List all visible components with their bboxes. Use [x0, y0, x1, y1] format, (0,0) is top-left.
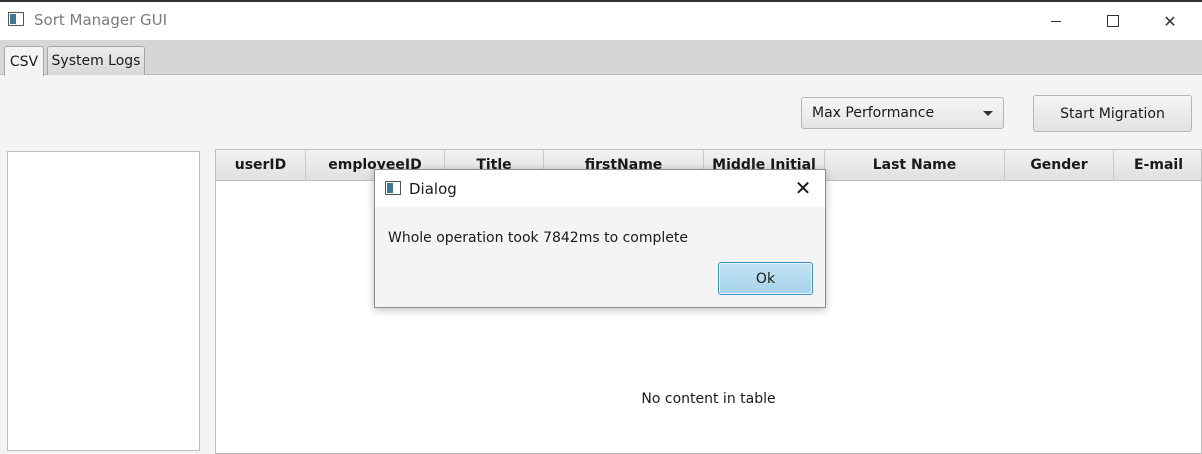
dialog-message: Whole operation took 7842ms to complete — [388, 230, 688, 246]
column-header-last-name[interactable]: Last Name — [825, 150, 1005, 180]
tab-bar: CSV System Logs — [0, 40, 1202, 76]
start-migration-button[interactable]: Start Migration — [1033, 95, 1192, 132]
dialog-title: Dialog — [409, 180, 457, 198]
file-list-panel[interactable] — [7, 151, 200, 451]
window-title: Sort Manager GUI — [34, 11, 168, 29]
column-header-gender[interactable]: Gender — [1005, 150, 1114, 180]
maximize-icon — [1107, 15, 1119, 27]
window-titlebar: Sort Manager GUI ✕ — [0, 2, 1202, 40]
tab-system-logs[interactable]: System Logs — [47, 46, 145, 75]
tab-csv[interactable]: CSV — [4, 46, 44, 76]
table-empty-message: No content in table — [641, 391, 776, 407]
column-header-email[interactable]: E-mail — [1114, 150, 1201, 180]
minimize-icon — [1051, 20, 1061, 22]
ok-button[interactable]: Ok — [718, 262, 813, 295]
minimize-button[interactable] — [1033, 2, 1079, 40]
close-icon: ✕ — [1163, 11, 1177, 31]
column-header-userid[interactable]: userID — [216, 150, 306, 180]
close-window-button[interactable]: ✕ — [1147, 2, 1193, 40]
dialog-app-icon — [385, 181, 401, 195]
performance-select-value: Max Performance — [812, 105, 935, 121]
app-icon — [8, 12, 24, 26]
dialog-titlebar: Dialog ✕ — [375, 170, 825, 207]
result-dialog: Dialog ✕ Whole operation took 7842ms to … — [374, 169, 826, 308]
performance-select[interactable]: Max Performance — [801, 97, 1004, 129]
close-icon: ✕ — [794, 176, 812, 200]
chevron-down-icon — [983, 111, 993, 116]
dialog-close-button[interactable]: ✕ — [791, 176, 815, 200]
maximize-button[interactable] — [1090, 2, 1136, 40]
